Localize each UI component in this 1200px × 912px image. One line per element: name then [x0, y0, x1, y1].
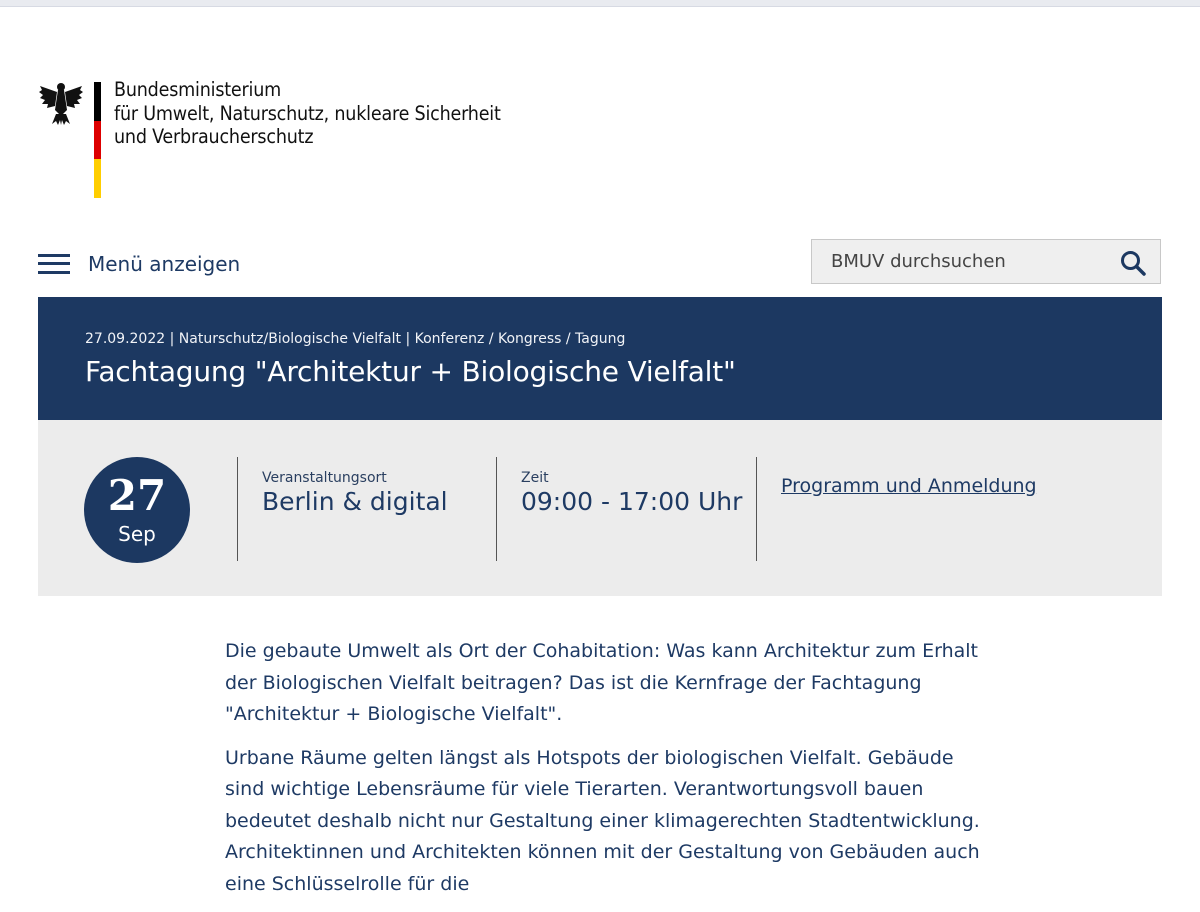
federal-eagle-icon [39, 83, 83, 125]
search-box[interactable] [811, 239, 1161, 284]
paragraph: Urbane Räume gelten längst als Hotspots … [225, 746, 980, 895]
divider [496, 457, 497, 561]
ministry-line-1: Bundesministerium [114, 78, 282, 101]
program-registration-link[interactable]: Programm und Anmeldung [781, 475, 1037, 497]
ministry-line-2: für Umwelt, Naturschutz, nukleare Sicher… [114, 101, 501, 125]
divider [756, 457, 757, 561]
event-meta: 27.09.2022 | Naturschutz/Biologische Vie… [85, 331, 626, 347]
location-label: Veranstaltungsort [262, 470, 387, 486]
event-header-banner: 27.09.2022 | Naturschutz/Biologische Vie… [38, 297, 1162, 420]
german-flag-stripe [94, 82, 101, 198]
divider [237, 457, 238, 561]
browser-top-edge [0, 0, 1200, 7]
page-title: Fachtagung "Architektur + Biologische Vi… [85, 355, 736, 388]
flag-gold [94, 159, 101, 198]
menu-toggle[interactable]: Menü anzeigen [38, 248, 240, 280]
date-day: 27 [107, 471, 167, 520]
date-badge: 27 Sep [84, 457, 190, 563]
search-input[interactable] [812, 240, 1112, 283]
ministry-name: Bundesministerium für Umwelt, Naturschut… [114, 78, 501, 149]
paragraph: Die gebaute Umwelt als Ort der Cohabitat… [225, 640, 978, 725]
ministry-logo[interactable]: Bundesministerium für Umwelt, Naturschut… [38, 78, 508, 200]
flag-red [94, 120, 101, 160]
time-label: Zeit [521, 470, 549, 486]
search-icon[interactable] [1120, 250, 1146, 276]
event-info-box: 27 Sep Veranstaltungsort Berlin & digita… [38, 420, 1162, 596]
menu-label[interactable]: Menü anzeigen [88, 252, 240, 276]
flag-black [94, 82, 101, 121]
hamburger-menu-icon[interactable] [38, 253, 70, 275]
ministry-line-3: und Verbraucherschutz [114, 125, 314, 148]
time-value: 09:00 - 17:00 Uhr [521, 487, 743, 516]
location-value: Berlin & digital [262, 487, 448, 516]
date-month: Sep [118, 522, 156, 546]
article-body: Die gebaute Umwelt als Ort der Cohabitat… [225, 636, 985, 912]
